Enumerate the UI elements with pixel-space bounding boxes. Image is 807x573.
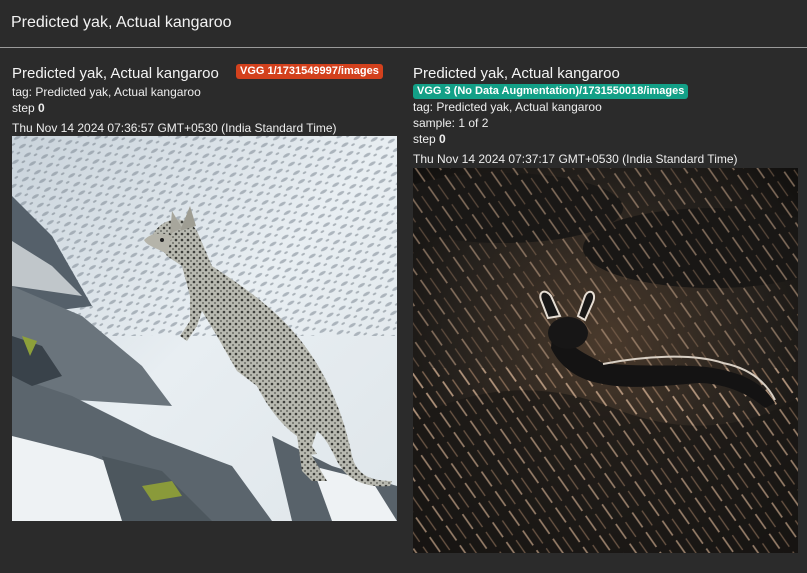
step-value: 0	[439, 132, 446, 146]
timestamp: Thu Nov 14 2024 07:36:57 GMT+0530 (India…	[12, 121, 337, 135]
sample-line: sample: 1 of 2	[413, 116, 489, 130]
kangaroo-snow-image[interactable]	[12, 136, 397, 521]
run-badge: VGG 1/1731549997/images	[236, 64, 383, 79]
card-title: Predicted yak, Actual kangaroo	[413, 65, 620, 82]
tag-line: tag: Predicted yak, Actual kangaroo	[413, 100, 602, 114]
step-value: 0	[38, 101, 45, 115]
tag-line: tag: Predicted yak, Actual kangaroo	[12, 85, 201, 99]
image-card-vgg1: Predicted yak, Actual kangaroo VGG 1/173…	[12, 64, 398, 521]
kangaroo-grass-image[interactable]	[413, 168, 798, 553]
run-badge: VGG 3 (No Data Augmentation)/1731550018/…	[413, 84, 689, 99]
step-line: step 0	[12, 100, 398, 116]
step-label: step	[12, 101, 35, 115]
dashboard-header: Predicted yak, Actual kangaroo	[0, 0, 807, 48]
card-title: Predicted yak, Actual kangaroo	[12, 65, 219, 82]
header-title: Predicted yak, Actual kangaroo	[11, 14, 232, 31]
step-line: step 0	[413, 131, 799, 147]
step-label: step	[413, 132, 436, 146]
timestamp: Thu Nov 14 2024 07:37:17 GMT+0530 (India…	[413, 152, 738, 166]
image-card-vgg3: Predicted yak, Actual kangaroo VGG 3 (No…	[413, 64, 799, 553]
